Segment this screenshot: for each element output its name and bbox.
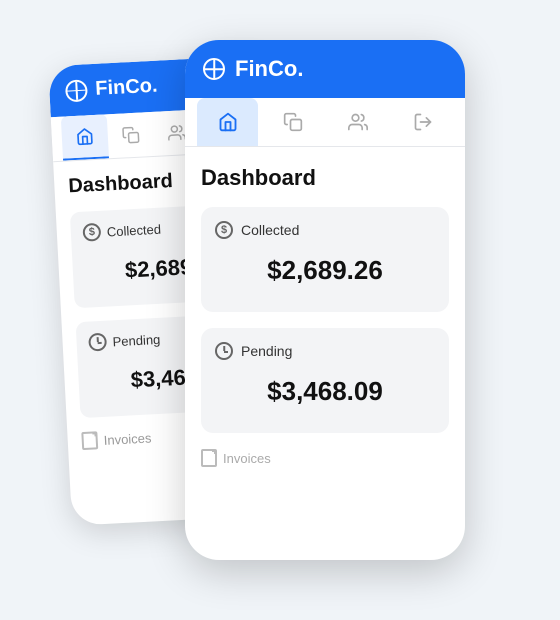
front-nav-exit[interactable] [392, 98, 453, 146]
front-pending-card: Pending $3,468.09 [201, 328, 449, 433]
globe-icon-front [203, 58, 225, 80]
front-phone-header: FinCo. [185, 40, 465, 98]
copy-icon [121, 126, 140, 145]
front-phone: FinCo. Dashboard $ Collected $2,689.26 [185, 40, 465, 560]
doc-icon [81, 431, 98, 450]
front-nav-people[interactable] [327, 98, 388, 146]
globe-icon [65, 79, 88, 102]
doc-icon-front [201, 449, 217, 467]
people-icon [167, 123, 186, 142]
home-icon [75, 127, 94, 146]
front-page-title: Dashboard [201, 165, 449, 191]
home-icon-front [218, 112, 238, 132]
exit-icon-front [413, 112, 433, 132]
front-pending-value: $3,468.09 [215, 364, 435, 419]
front-phone-app-name: FinCo. [235, 56, 303, 82]
back-phone-app-name: FinCo. [95, 75, 158, 101]
clock-icon-front [215, 342, 233, 360]
front-invoices-label: Invoices [201, 449, 449, 467]
copy-icon-front [283, 112, 303, 132]
people-icon-front [348, 112, 368, 132]
back-nav-copy[interactable] [107, 112, 155, 158]
dollar-icon-front: $ [215, 221, 233, 239]
clock-icon [88, 333, 107, 352]
dollar-icon: $ [82, 223, 101, 242]
front-phone-body: Dashboard $ Collected $2,689.26 Pending … [185, 147, 465, 485]
front-pending-label: Pending [215, 342, 435, 360]
front-collected-card: $ Collected $2,689.26 [201, 207, 449, 312]
front-nav-copy[interactable] [262, 98, 323, 146]
back-nav-home[interactable] [61, 114, 109, 160]
front-collected-value: $2,689.26 [215, 243, 435, 298]
front-phone-nav [185, 98, 465, 147]
front-nav-home[interactable] [197, 98, 258, 146]
front-collected-label: $ Collected [215, 221, 435, 239]
